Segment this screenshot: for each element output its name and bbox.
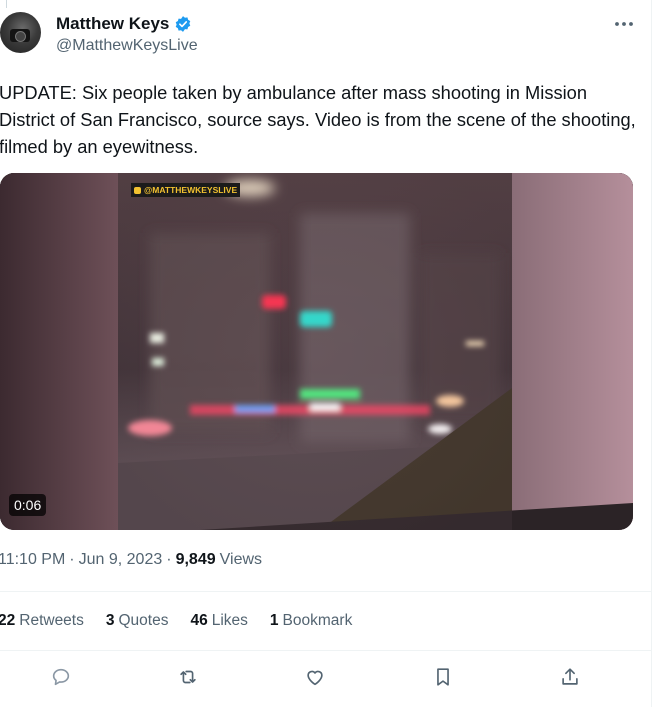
bookmarks-stat[interactable]: 1 Bookmark bbox=[270, 612, 352, 630]
share-icon bbox=[562, 668, 578, 685]
divider-bottom bbox=[0, 650, 651, 651]
video-player[interactable] bbox=[0, 173, 633, 530]
tweet-time[interactable]: 11:10 PM bbox=[0, 551, 65, 569]
reply-icon bbox=[52, 668, 70, 686]
thread-line bbox=[6, 0, 7, 8]
reply-button[interactable] bbox=[48, 664, 74, 690]
author-handle[interactable]: @MatthewKeysLive bbox=[56, 37, 198, 55]
bookmarks-count: 1 bbox=[269, 612, 279, 629]
author-avatar[interactable] bbox=[0, 12, 41, 53]
retweets-stat[interactable]: 22 Retweets bbox=[0, 612, 84, 630]
author-name-row: Matthew Keys bbox=[56, 14, 192, 34]
bookmark-icon bbox=[437, 668, 449, 686]
views-label: Views bbox=[219, 551, 263, 568]
action-bar bbox=[0, 664, 651, 692]
bookmarks-label: Bookmark bbox=[282, 612, 353, 629]
camera-lens-shape bbox=[15, 31, 26, 42]
tweet-meta: 11:10 PM · Jun 9, 2023 · 9,849 Views bbox=[0, 551, 262, 569]
likes-stat[interactable]: 46 Likes bbox=[190, 612, 247, 630]
views-count: 9,849 bbox=[175, 551, 216, 568]
author-display-name[interactable]: Matthew Keys bbox=[56, 14, 169, 34]
quotes-label: Quotes bbox=[118, 612, 169, 629]
like-icon bbox=[307, 670, 323, 686]
share-button[interactable] bbox=[557, 664, 583, 690]
likes-count: 46 bbox=[190, 612, 208, 629]
divider-top bbox=[0, 591, 651, 592]
quotes-stat[interactable]: 3 Quotes bbox=[106, 612, 169, 630]
tweet-date[interactable]: Jun 9, 2023 bbox=[79, 551, 163, 569]
verified-badge-icon bbox=[176, 16, 191, 32]
engagement-stats: 22 Retweets 3 Quotes 46 Likes 1 Bookmark bbox=[0, 612, 352, 630]
bookmark-button[interactable] bbox=[430, 664, 456, 690]
meta-separator: · bbox=[69, 551, 75, 568]
watermark-logo-icon bbox=[134, 186, 141, 194]
like-button[interactable] bbox=[302, 664, 328, 690]
more-options-icon[interactable] bbox=[612, 14, 636, 34]
video-frame bbox=[0, 173, 633, 530]
likes-label: Likes bbox=[211, 612, 248, 629]
tweet-text: UPDATE: Six people taken by ambulance af… bbox=[0, 82, 636, 157]
video-watermark: @MATTHEWKEYSLIVE bbox=[131, 183, 241, 197]
quotes-count: 3 bbox=[105, 612, 115, 629]
retweets-count: 22 bbox=[0, 612, 16, 629]
column-border bbox=[651, 0, 652, 707]
retweets-label: Retweets bbox=[19, 612, 84, 629]
meta-separator: · bbox=[166, 551, 172, 568]
retweet-button[interactable] bbox=[175, 664, 201, 690]
retweet-icon bbox=[180, 670, 196, 684]
video-duration: 0:06 bbox=[9, 494, 47, 516]
watermark-text: @MATTHEWKEYSLIVE bbox=[144, 185, 238, 195]
